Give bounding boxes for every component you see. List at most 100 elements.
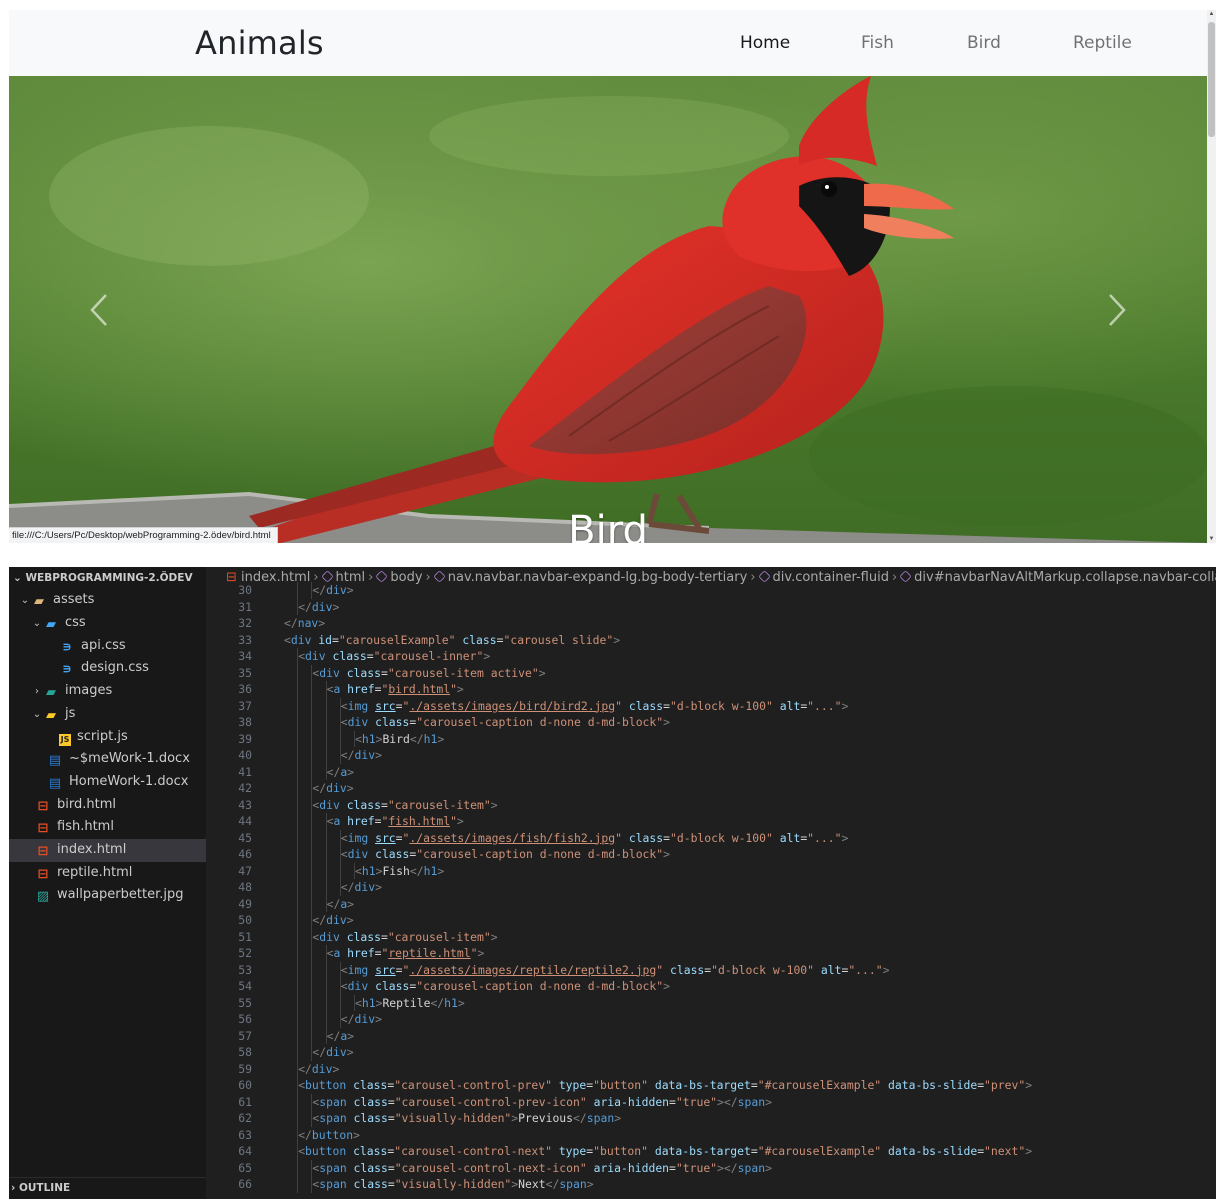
code-line[interactable]: 37 <img src="./assets/images/bird/bird2.j… bbox=[206, 697, 1216, 714]
explorer-folder[interactable]: ⌄ ▰ assets bbox=[9, 589, 206, 612]
explorer-file[interactable]: ⊟ reptile.html bbox=[9, 862, 206, 885]
code-line[interactable]: 50 </div> bbox=[206, 912, 1216, 929]
code-line[interactable]: 61 <span class="carousel-control-prev-ico… bbox=[206, 1093, 1216, 1110]
indent-guide bbox=[297, 747, 299, 764]
code-token: span bbox=[559, 1177, 587, 1191]
code-line[interactable]: 54 <div class="carousel-caption d-none d-… bbox=[206, 978, 1216, 995]
nav-link-reptile[interactable]: Reptile bbox=[1073, 33, 1132, 53]
code-line[interactable]: 52 <a href="reptile.html"> bbox=[206, 945, 1216, 962]
code-line[interactable]: 38 <div class="carousel-caption d-none d-… bbox=[206, 714, 1216, 731]
explorer-folder[interactable]: ⌄ ▰ js bbox=[9, 703, 206, 726]
page-scrollbar[interactable]: ▲ ▼ bbox=[1207, 10, 1216, 543]
explorer-file[interactable]: ▤ ~$meWork-1.docx bbox=[9, 748, 206, 771]
code-line[interactable]: 58 </div> bbox=[206, 1044, 1216, 1061]
code-token: Bird bbox=[382, 731, 410, 746]
code-token: class bbox=[353, 1078, 388, 1092]
explorer-file[interactable]: JS script.js bbox=[9, 726, 206, 749]
code-line[interactable]: 36 <a href="bird.html"> bbox=[206, 681, 1216, 698]
code-lines[interactable]: 30 </div> 31 </div> 32 </nav> 33 <div id="carou… bbox=[206, 582, 1216, 1199]
carousel-prev-button[interactable] bbox=[9, 76, 189, 543]
code-token: class bbox=[346, 665, 381, 680]
code-token: Next bbox=[518, 1177, 546, 1191]
line-number: 47 bbox=[238, 863, 252, 878]
code-line[interactable]: 39 <h1>Bird</h1> bbox=[206, 730, 1216, 747]
code-token: div bbox=[326, 1045, 347, 1059]
explorer-file[interactable]: ∍ api.css bbox=[9, 635, 206, 658]
code-line[interactable]: 31 </div> bbox=[206, 598, 1216, 615]
code-token: </ bbox=[430, 995, 445, 1010]
code-token: > bbox=[346, 1045, 354, 1059]
code-line[interactable]: 62 <span class="visually-hidden">Previous… bbox=[206, 1110, 1216, 1127]
indent-guide bbox=[311, 730, 313, 747]
nav-link-bird[interactable]: Bird bbox=[967, 33, 1001, 53]
outline-section[interactable]: › OUTLINE bbox=[9, 1177, 206, 1199]
code-line[interactable]: 66 <span class="visually-hidden">Next</sp… bbox=[206, 1176, 1216, 1193]
code-line[interactable]: 44 <a href="fish.html"> bbox=[206, 813, 1216, 830]
code-token: ./assets/images/bird/bird2.jpg bbox=[409, 698, 616, 713]
code-line[interactable]: 42 </div> bbox=[206, 780, 1216, 797]
indent-guide bbox=[297, 829, 299, 846]
code-token: img bbox=[347, 830, 369, 845]
explorer-folder[interactable]: ⌄ ▰ css bbox=[9, 612, 206, 635]
navbar-brand[interactable]: Animals bbox=[195, 24, 324, 62]
code-line[interactable]: 60 <button class="carousel-control-prev" … bbox=[206, 1077, 1216, 1094]
indent-guide bbox=[297, 697, 299, 714]
element-icon bbox=[757, 570, 771, 583]
code-line[interactable]: 57 </a> bbox=[206, 1027, 1216, 1044]
code-line[interactable]: 59 </div> bbox=[206, 1060, 1216, 1077]
code-line[interactable]: 43 <div class="carousel-item"> bbox=[206, 796, 1216, 813]
explorer-file[interactable]: ∍ design.css bbox=[9, 657, 206, 680]
code-line[interactable]: 65 <span class="carousel-control-next-ico… bbox=[206, 1159, 1216, 1177]
code-text: <span class="carousel-control-next-icon"… bbox=[312, 1160, 772, 1177]
code-line[interactable]: 34 <div class="carousel-inner"> bbox=[206, 648, 1216, 665]
code-token: = bbox=[750, 1078, 758, 1092]
carousel-next-button[interactable] bbox=[1027, 76, 1207, 543]
code-line[interactable]: 45 <img src="./assets/images/fish/fish2.j… bbox=[206, 829, 1216, 846]
explorer-root-folder[interactable]: ⌄ WEBPROGRAMMING-2.ÖDEV bbox=[9, 567, 206, 589]
code-line[interactable]: 63 </button> bbox=[206, 1126, 1216, 1143]
indent-guide bbox=[339, 730, 341, 747]
code-line[interactable]: 46 <div class="carousel-caption d-none d-… bbox=[206, 846, 1216, 863]
scroll-thumb[interactable] bbox=[1208, 22, 1215, 137]
explorer-file[interactable]: ⊟ fish.html bbox=[9, 816, 206, 839]
code-line[interactable]: 41 </a> bbox=[206, 763, 1216, 780]
code-line[interactable]: 51 <div class="carousel-item"> bbox=[206, 928, 1216, 945]
code-line[interactable]: 49 </a> bbox=[206, 895, 1216, 912]
code-token: > bbox=[483, 649, 491, 663]
code-line[interactable]: 55 <h1>Reptile</h1> bbox=[206, 994, 1216, 1011]
code-line[interactable]: 47 <h1>Fish</h1> bbox=[206, 862, 1216, 879]
code-line[interactable]: 64 <button class="carousel-control-next" … bbox=[206, 1143, 1216, 1160]
code-token: </ bbox=[340, 1012, 355, 1026]
nav-link-fish[interactable]: Fish bbox=[861, 33, 894, 53]
code-line[interactable]: 35 <div class="carousel-item active"> bbox=[206, 664, 1216, 681]
code-line[interactable]: 32 </nav> bbox=[206, 615, 1216, 632]
scroll-down-arrow-icon[interactable]: ▼ bbox=[1207, 535, 1216, 543]
code-line[interactable]: 40 </div> bbox=[206, 747, 1216, 764]
explorer-file[interactable]: ▤ HomeWork-1.docx bbox=[9, 771, 206, 794]
code-line[interactable]: 48 </div> bbox=[206, 879, 1216, 896]
code-token: > bbox=[346, 583, 354, 597]
scroll-up-arrow-icon[interactable]: ▲ bbox=[1207, 10, 1216, 18]
nav-link-home[interactable]: Home bbox=[740, 33, 790, 53]
code-token: "carouselExample" bbox=[338, 632, 456, 647]
code-token: = bbox=[380, 797, 388, 812]
indent-guide bbox=[297, 730, 299, 747]
code-line[interactable]: 53 <img src="./assets/images/reptile/rept… bbox=[206, 961, 1216, 978]
line-number: 66 bbox=[238, 1177, 252, 1191]
explorer-item-label: images bbox=[65, 683, 113, 699]
explorer-file[interactable]: ⊟ bird.html bbox=[9, 794, 206, 817]
explorer-file[interactable]: ▨ wallpaperbetter.jpg bbox=[9, 884, 206, 907]
indent-guide bbox=[297, 1110, 299, 1127]
chevron-right-icon: › bbox=[35, 686, 39, 698]
code-area[interactable]: ⊟ index.html › html › body › nav.navbar.navbar… bbox=[206, 567, 1216, 1199]
explorer-file[interactable]: ⊟ index.html bbox=[9, 839, 206, 862]
explorer-folder[interactable]: › ▰ images bbox=[9, 680, 206, 703]
code-token: < bbox=[340, 715, 348, 729]
code-line[interactable]: 33 <div id="carouselExample" class="carou… bbox=[206, 632, 1216, 649]
code-line[interactable]: 56 </div> bbox=[206, 1011, 1216, 1028]
code-token: href bbox=[347, 682, 375, 696]
code-line[interactable]: 30 </div> bbox=[206, 582, 1216, 599]
code-token: class bbox=[346, 797, 381, 812]
